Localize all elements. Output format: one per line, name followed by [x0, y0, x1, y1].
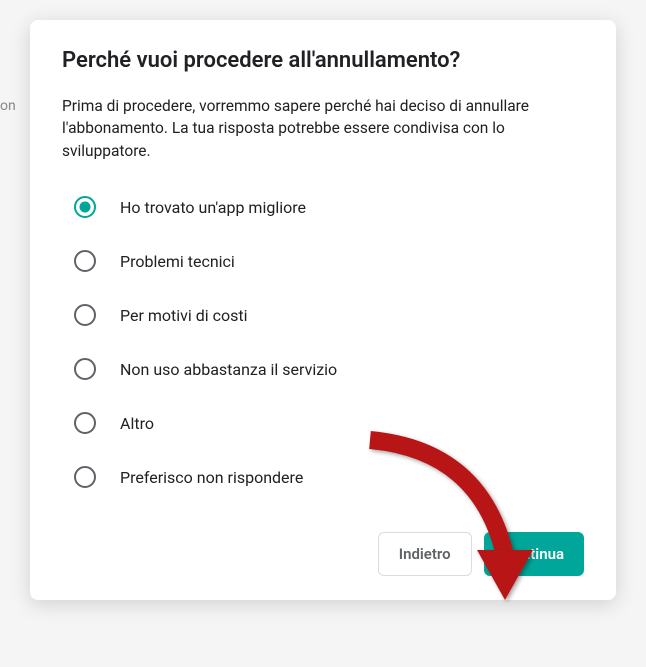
- back-button[interactable]: Indietro: [378, 532, 472, 576]
- modal-title: Perché vuoi procedere all'annullamento?: [62, 48, 584, 73]
- radio-icon: [74, 358, 96, 380]
- modal-description: Prima di procedere, vorremmo sapere perc…: [62, 95, 584, 162]
- radio-icon: [74, 250, 96, 272]
- reason-option-technical[interactable]: Problemi tecnici: [74, 236, 584, 286]
- background-text-fragment: on: [0, 98, 16, 114]
- radio-icon: [74, 304, 96, 326]
- reason-option-usage[interactable]: Non uso abbastanza il servizio: [74, 344, 584, 394]
- reason-option-other[interactable]: Altro: [74, 398, 584, 448]
- reason-options: Ho trovato un'app migliore Problemi tecn…: [62, 182, 584, 502]
- radio-icon: [74, 196, 96, 218]
- option-label: Ho trovato un'app migliore: [120, 198, 306, 217]
- reason-option-no-answer[interactable]: Preferisco non rispondere: [74, 452, 584, 502]
- option-label: Preferisco non rispondere: [120, 468, 303, 487]
- option-label: Non uso abbastanza il servizio: [120, 360, 337, 379]
- continue-button[interactable]: Continua: [484, 532, 584, 576]
- modal-actions: Indietro Continua: [62, 532, 584, 576]
- reason-option-better-app[interactable]: Ho trovato un'app migliore: [74, 182, 584, 232]
- option-label: Problemi tecnici: [120, 252, 235, 271]
- option-label: Altro: [120, 414, 154, 433]
- option-label: Per motivi di costi: [120, 306, 248, 325]
- radio-icon: [74, 412, 96, 434]
- cancel-reason-modal: Perché vuoi procedere all'annullamento? …: [30, 20, 616, 600]
- reason-option-cost[interactable]: Per motivi di costi: [74, 290, 584, 340]
- radio-icon: [74, 466, 96, 488]
